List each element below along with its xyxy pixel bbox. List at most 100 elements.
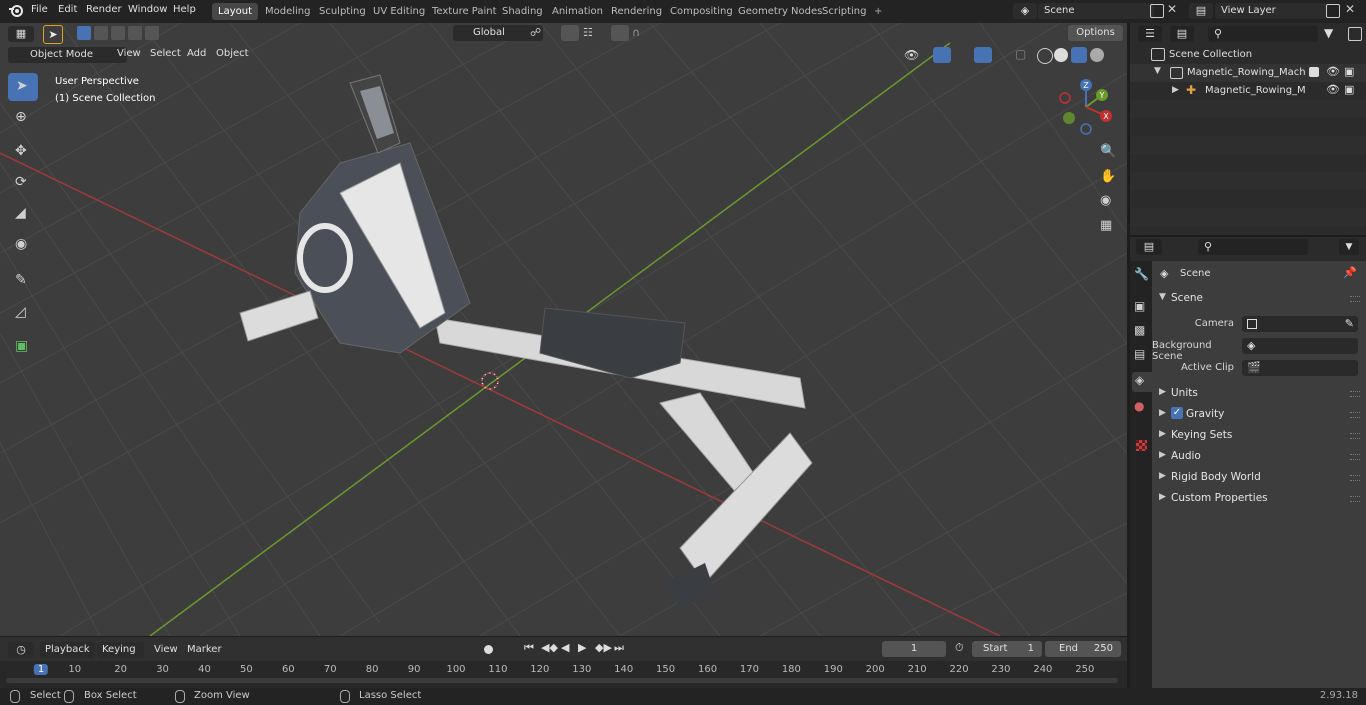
audio-panel[interactable]: ▶ Audio [1152,446,1366,466]
camera-icon[interactable]: ▣ [1344,83,1354,96]
playback-menu[interactable]: Playback [40,642,95,658]
tab-rendering[interactable]: Rendering [605,3,668,20]
scene-tab[interactable]: ◈ [1132,372,1152,392]
rotate-tool[interactable]: ⟳ [8,169,38,197]
timeline-track[interactable]: 1 10 20 30 40 50 60 70 80 90 100 110 120 130 140 150 160… [0,661,1127,688]
include-checkbox-icon[interactable] [1309,67,1319,77]
jump-end-icon[interactable]: ⏭ [614,641,624,655]
tab-modeling[interactable]: Modeling [259,3,317,20]
xray-icon[interactable]: ▢ [1015,47,1029,63]
record-icon[interactable] [484,645,493,654]
background-scene-field[interactable]: ◈ [1242,338,1358,354]
expand-down-icon[interactable]: ▼ [1154,66,1161,76]
tab-sculpting[interactable]: Sculpting [313,3,372,20]
wireframe-shading-icon[interactable] [1037,48,1053,64]
tab-scripting[interactable]: Scripting [816,3,872,20]
filter-icon[interactable]: ▼ [1324,26,1333,40]
move-tool[interactable]: ✥ [8,138,38,166]
timeline-scrollbar[interactable] [6,678,1118,683]
material-shading-icon[interactable] [1071,47,1087,63]
blender-logo-icon[interactable] [8,3,24,19]
navigation-gizmo[interactable]: Z Y X [1056,79,1116,139]
snap-icon[interactable] [561,25,579,41]
end-frame-field[interactable]: End 250 [1045,641,1121,657]
world-tab-icon[interactable]: ● [1134,399,1144,413]
timeline-menu-marker[interactable]: Marker [187,644,222,655]
keying-menu[interactable]: Keying [97,642,144,658]
play-reverse-icon[interactable]: ◀ [561,641,569,654]
cursor-tool[interactable]: ⊕ [8,104,38,132]
current-frame-field[interactable]: 1 [882,641,946,657]
stopwatch-icon[interactable]: ⏱ [955,641,964,655]
tab-uv-editing[interactable]: UV Editing [367,3,431,20]
properties-search-field[interactable]: ⚲ [1198,239,1308,255]
viewport-menu-object[interactable]: Object [216,48,249,59]
scale-tool[interactable]: ◢ [8,200,38,228]
camera-field[interactable]: ✎ [1242,316,1358,332]
start-frame-field[interactable]: Start 1 [972,641,1042,657]
scene-name-field[interactable]: Scene [1038,3,1154,19]
drag-handle-icon[interactable] [1350,496,1360,502]
eye-icon[interactable]: 👁 [1326,65,1340,78]
pivot-point-icon[interactable]: ☍ [530,26,541,39]
visibility-icon[interactable]: 👁 [904,48,919,62]
drag-handle-icon[interactable] [1350,433,1360,439]
gizmo-toggle-icon[interactable] [933,47,951,63]
tab-layout[interactable]: Layout [212,3,258,20]
viewport-menu-add[interactable]: Add [187,48,206,59]
select-tool-icon[interactable]: ➤ [43,25,63,44]
annotate-tool[interactable]: ✎ [8,267,38,295]
menu-render[interactable]: Render [86,4,122,15]
timeline-menu-view[interactable]: View [154,644,178,655]
eye-icon[interactable]: 👁 [1326,83,1340,96]
menu-window[interactable]: Window [128,4,167,15]
add-cube-tool[interactable]: ▣ [8,333,38,361]
new-collection-icon[interactable] [1348,27,1362,41]
display-mode-icon[interactable]: ▤ [1170,26,1194,42]
expand-right-icon[interactable]: ▶ [1172,85,1179,95]
play-icon[interactable]: ▶ [578,641,586,654]
output-tab-icon[interactable]: ▩ [1134,323,1145,337]
properties-options-icon[interactable]: ▼ [1339,239,1359,255]
view-layer-icon[interactable]: ▤ [1189,3,1213,19]
drag-handle-icon[interactable] [1350,391,1360,397]
tab-shading[interactable]: Shading [496,3,549,20]
overlay-toggle-icon[interactable] [974,47,992,63]
tab-texture-paint[interactable]: Texture Paint [426,3,503,20]
jump-start-icon[interactable]: ⏮ [524,641,534,655]
3d-viewport[interactable]: ▦ ➤ Global ☍ ☷ ∩ Options Object Mode Vie… [0,23,1127,636]
viewport-menu-view[interactable]: View [117,48,141,59]
tab-geometry-nodes[interactable]: Geometry Nodes [732,3,828,20]
new-view-layer-icon[interactable] [1326,4,1340,18]
next-keyframe-icon[interactable]: ◆▶ [595,641,612,654]
keying-sets-panel[interactable]: ▶ Keying Sets [1152,425,1366,445]
select-box-tool[interactable]: ➤ [8,73,38,101]
measure-tool[interactable]: ◿ [8,299,38,327]
zoom-icon[interactable]: 🔍 [1100,144,1116,159]
select-mode-difference-icon[interactable] [128,26,142,40]
units-panel[interactable]: ▶ Units [1152,383,1366,403]
drag-handle-icon[interactable] [1350,475,1360,481]
rigid-body-world-panel[interactable]: ▶ Rigid Body World [1152,467,1366,487]
drag-handle-icon[interactable] [1350,296,1360,302]
rendered-shading-icon[interactable] [1090,48,1104,62]
snap-settings-icon[interactable]: ☷ [583,26,593,39]
view-layer-tab-icon[interactable]: ▤ [1134,347,1145,361]
new-scene-icon[interactable] [1150,4,1164,18]
view-layer-field[interactable]: View Layer [1215,3,1327,19]
menu-file[interactable]: File [31,4,48,15]
falloff-icon[interactable]: ∩ [632,26,640,39]
gravity-checkbox[interactable]: ✓ [1171,407,1183,419]
transform-tool[interactable]: ◉ [8,231,38,259]
tool-tab-icon[interactable]: 🔧 [1134,267,1149,281]
proportional-edit-icon[interactable] [611,25,629,41]
select-mode-new-icon[interactable] [77,26,91,40]
drag-handle-icon[interactable] [1350,412,1360,418]
texture-tab-icon[interactable] [1136,440,1147,451]
solid-shading-icon[interactable] [1054,48,1068,62]
add-workspace-button[interactable]: + [868,3,884,20]
object-mode-dropdown[interactable]: Object Mode [8,47,127,63]
select-mode-extend-icon[interactable] [94,26,108,40]
properties-editor-icon[interactable]: ▤ [1136,239,1162,255]
playhead-frame[interactable]: 1 [33,664,49,675]
